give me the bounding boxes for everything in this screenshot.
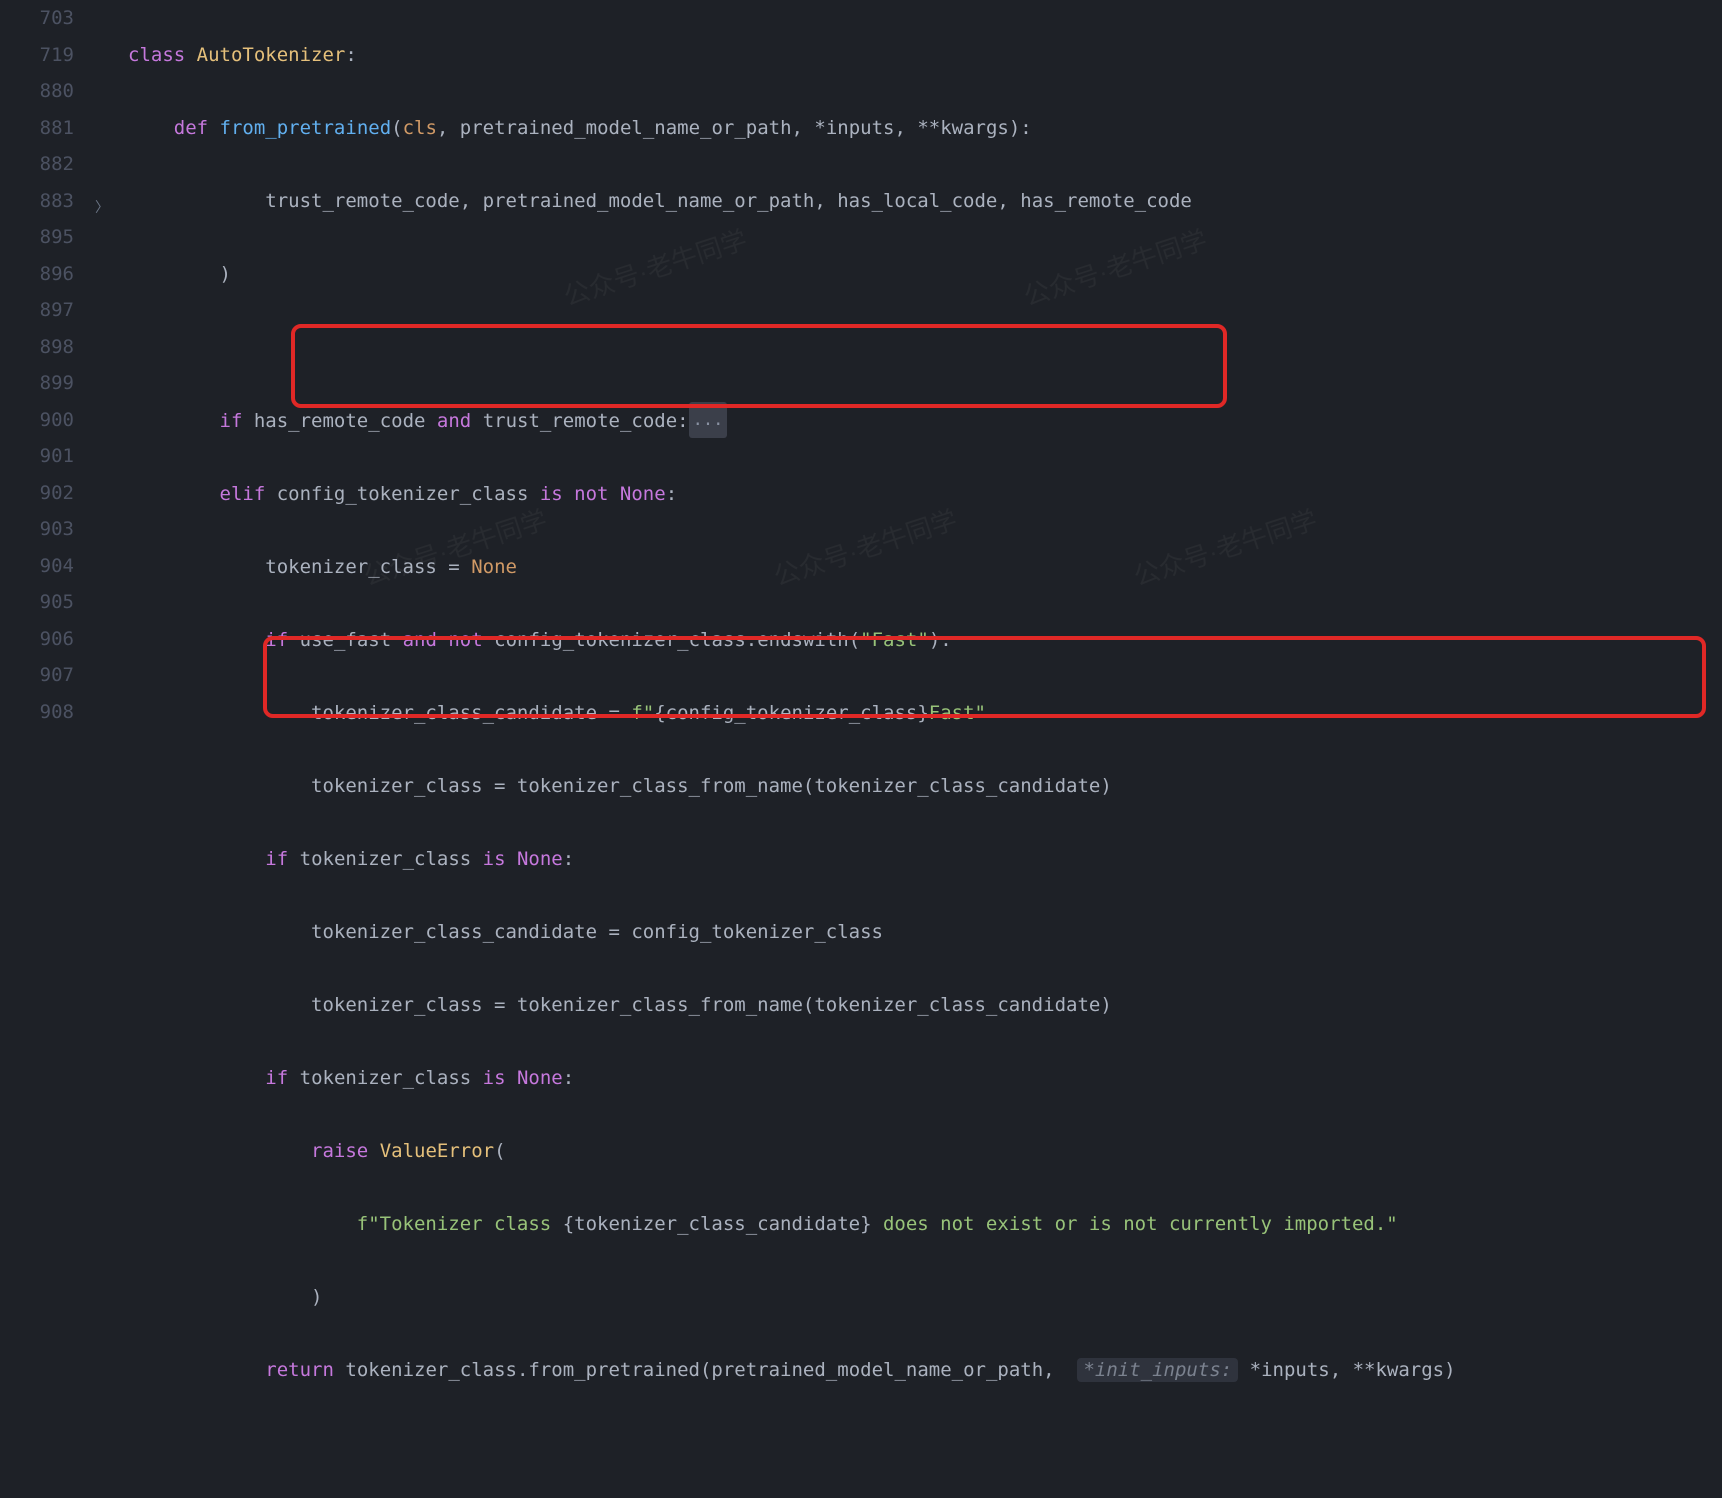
line-number: 906 <box>0 621 92 658</box>
code-line[interactable]: ) <box>128 256 1456 293</box>
code-line[interactable]: tokenizer_class = tokenizer_class_from_n… <box>128 768 1456 805</box>
code-line[interactable] <box>128 1425 1456 1462</box>
line-number: 883〉 <box>0 183 92 220</box>
code-line[interactable]: def from_pretrained(cls, pretrained_mode… <box>128 110 1456 147</box>
fold-ellipsis[interactable]: ... <box>689 402 728 439</box>
line-number: 899 <box>0 365 92 402</box>
code-line[interactable]: return tokenizer_class.from_pretrained(p… <box>128 1352 1456 1389</box>
line-number: 902 <box>0 475 92 512</box>
code-line[interactable]: if tokenizer_class is None: <box>128 1060 1456 1097</box>
code-editor-content[interactable]: class AutoTokenizer: def from_pretrained… <box>128 0 1456 1498</box>
line-number: 703 <box>0 0 92 37</box>
code-line[interactable]: tokenizer_class = None <box>128 549 1456 586</box>
line-number: 903 <box>0 511 92 548</box>
line-number: 898 <box>0 329 92 366</box>
line-number: 881 <box>0 110 92 147</box>
code-line[interactable]: if tokenizer_class is None: <box>128 841 1456 878</box>
code-line[interactable]: class AutoTokenizer: <box>128 37 1456 74</box>
line-number: 719 <box>0 37 92 74</box>
line-number: 882 <box>0 146 92 183</box>
line-number: 897 <box>0 292 92 329</box>
line-number: 900 <box>0 402 92 439</box>
code-line[interactable]: tokenizer_class_candidate = f"{config_to… <box>128 695 1456 732</box>
code-line[interactable]: raise ValueError( <box>128 1133 1456 1170</box>
fold-chevron-icon[interactable]: 〉 <box>95 190 109 227</box>
line-number: 908 <box>0 694 92 731</box>
code-line[interactable]: tokenizer_class = tokenizer_class_from_n… <box>128 987 1456 1024</box>
code-line[interactable]: ) <box>128 1279 1456 1316</box>
code-line[interactable]: elif config_tokenizer_class is not None: <box>128 476 1456 513</box>
code-line[interactable]: f"Tokenizer class {tokenizer_class_candi… <box>128 1206 1456 1243</box>
line-number: 905 <box>0 584 92 621</box>
code-line[interactable]: tokenizer_class_candidate = config_token… <box>128 914 1456 951</box>
code-line[interactable]: trust_remote_code, pretrained_model_name… <box>128 183 1456 220</box>
line-number: 880 <box>0 73 92 110</box>
line-number-gutter: 703 719 880 881 882 883〉 895 896 897 898… <box>0 0 92 820</box>
code-line[interactable] <box>128 329 1456 366</box>
code-line[interactable]: if use_fast and not config_tokenizer_cla… <box>128 622 1456 659</box>
line-number: 896 <box>0 256 92 293</box>
line-number: 904 <box>0 548 92 585</box>
inlay-hint: *init_inputs: <box>1077 1358 1238 1382</box>
line-number: 901 <box>0 438 92 475</box>
code-line[interactable]: if has_remote_code and trust_remote_code… <box>128 402 1456 440</box>
line-number: 895 <box>0 219 92 256</box>
line-number: 907 <box>0 657 92 694</box>
